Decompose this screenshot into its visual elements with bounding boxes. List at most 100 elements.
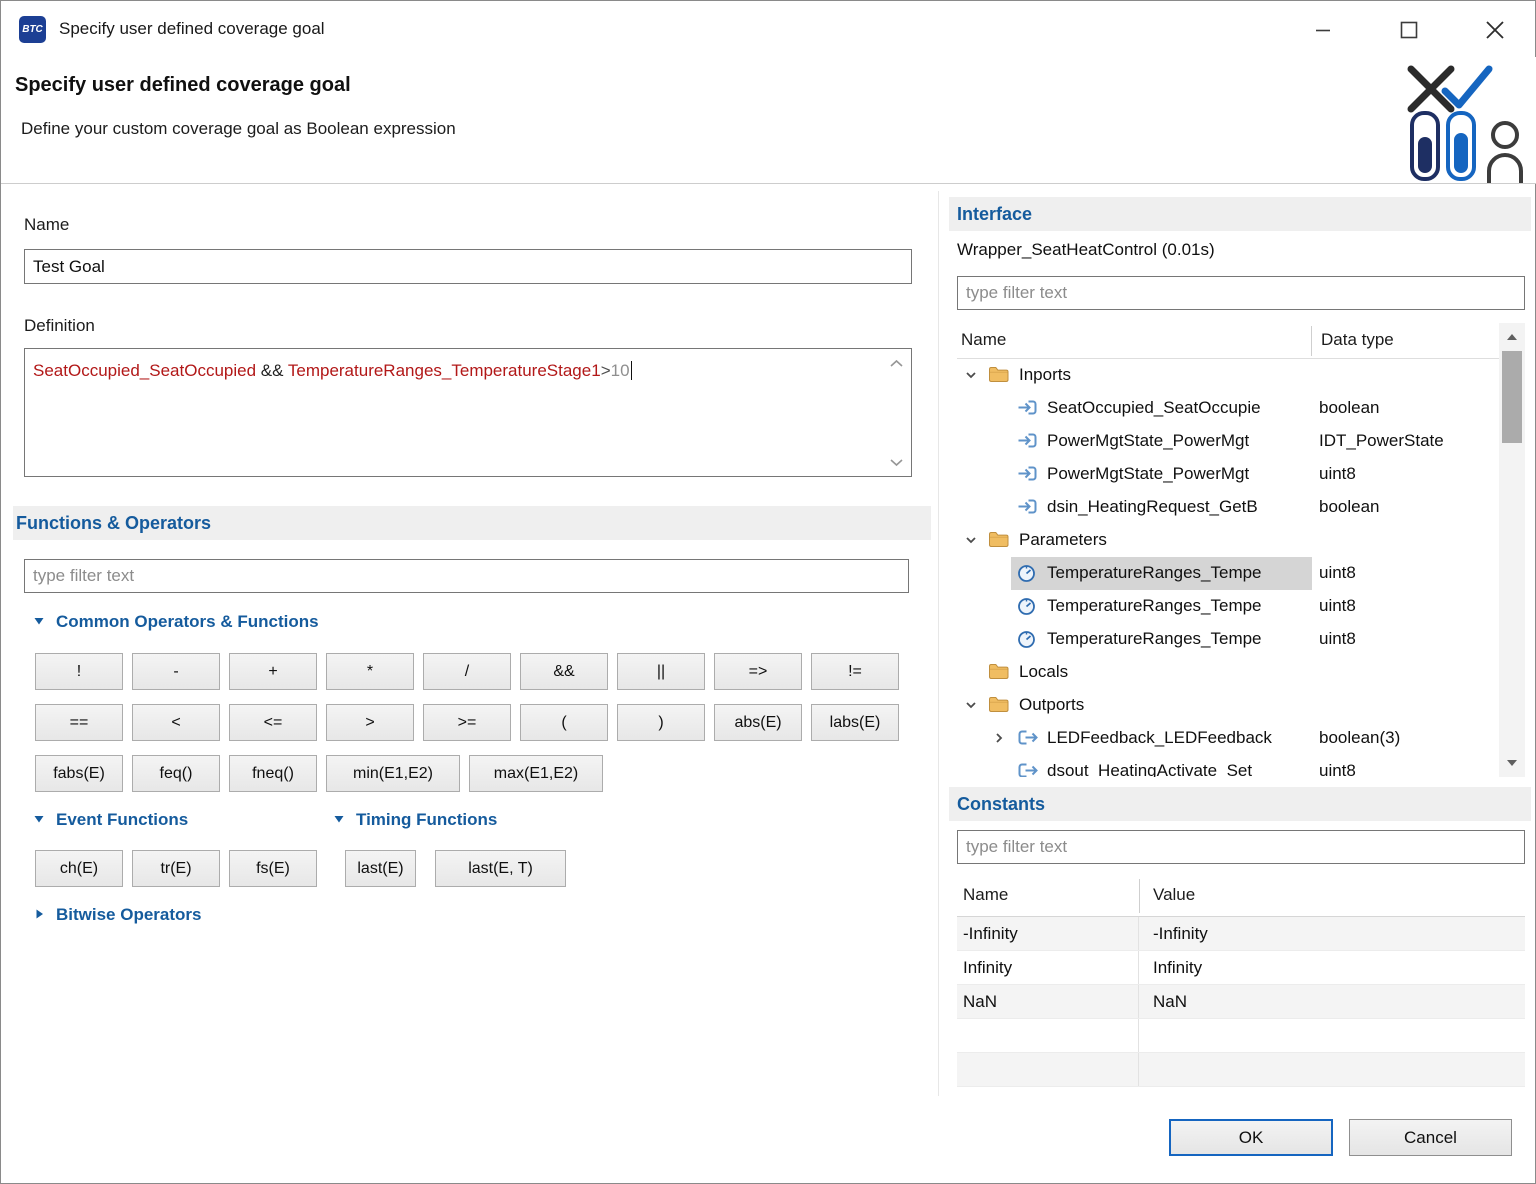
interface-subject: Wrapper_SeatHeatControl (0.01s): [957, 240, 1215, 260]
tree-row[interactable]: PowerMgtState_PowerMgt uint8: [957, 458, 1525, 491]
constants-row[interactable]: -Infinity-Infinity: [957, 917, 1525, 951]
function-button[interactable]: last(E): [345, 850, 416, 887]
ok-button[interactable]: OK: [1169, 1119, 1333, 1156]
function-button[interactable]: -: [132, 653, 220, 690]
function-button[interactable]: fabs(E): [35, 755, 123, 792]
function-button[interactable]: min(E1,E2): [326, 755, 460, 792]
inport-icon: [1017, 432, 1038, 449]
column-header-name[interactable]: Name: [963, 885, 1008, 905]
tree-row[interactable]: TemperatureRanges_Tempeuint8: [957, 590, 1525, 623]
definition-token: SeatOccupied_SeatOccupied: [33, 361, 256, 380]
cancel-button[interactable]: Cancel: [1349, 1119, 1512, 1156]
function-button[interactable]: fs(E): [229, 850, 317, 887]
function-button[interactable]: >=: [423, 704, 511, 741]
tree-row[interactable]: SeatOccupied_SeatOccupieboolean: [957, 392, 1525, 425]
constants-section-header: Constants: [949, 787, 1531, 821]
column-divider[interactable]: [1311, 326, 1312, 356]
function-button[interactable]: tr(E): [132, 850, 220, 887]
tree-row[interactable]: Locals: [957, 656, 1525, 689]
scroll-up-arrow[interactable]: [886, 357, 906, 369]
tree-row[interactable]: dsout_HeatingActivate_Setuint8: [957, 755, 1525, 777]
definition-editor[interactable]: SeatOccupied_SeatOccupied && Temperature…: [24, 348, 912, 477]
minimize-button[interactable]: [1305, 14, 1341, 46]
function-button[interactable]: fneq(): [229, 755, 317, 792]
operator-row: ch(E)tr(E)fs(E): [35, 850, 317, 887]
column-header-name[interactable]: Name: [961, 330, 1006, 350]
function-button[interactable]: ch(E): [35, 850, 123, 887]
function-button[interactable]: last(E, T): [435, 850, 566, 887]
group-common-operators[interactable]: Common Operators & Functions: [33, 612, 319, 632]
group-bitwise-operators[interactable]: Bitwise Operators: [33, 905, 202, 925]
tree-row[interactable]: LEDFeedback_LEDFeedbackboolean(3): [957, 722, 1525, 755]
close-button[interactable]: [1477, 14, 1513, 46]
function-button[interactable]: feq(): [132, 755, 220, 792]
scroll-down-arrow[interactable]: [886, 456, 906, 468]
function-button[interactable]: (: [520, 704, 608, 741]
expander-open-icon: [963, 697, 979, 713]
function-button[interactable]: abs(E): [714, 704, 802, 741]
constant-value: -Infinity: [1139, 917, 1525, 950]
constant-name: NaN: [957, 985, 1139, 1018]
outport-icon: [1017, 762, 1038, 777]
function-button[interactable]: =>: [714, 653, 802, 690]
tree-expander[interactable]: [991, 730, 1007, 746]
function-button[interactable]: *: [326, 653, 414, 690]
constants-row[interactable]: [957, 1019, 1525, 1053]
tree-scrollbar[interactable]: [1499, 323, 1525, 777]
tree-row[interactable]: Inports: [957, 359, 1525, 392]
folder-icon: [988, 366, 1009, 383]
function-button[interactable]: &&: [520, 653, 608, 690]
function-button[interactable]: ||: [617, 653, 705, 690]
inport-icon: [1017, 498, 1038, 515]
functions-filter-input[interactable]: [24, 559, 909, 593]
maximize-button[interactable]: [1391, 14, 1427, 46]
tree-row[interactable]: Outports: [957, 689, 1525, 722]
function-button[interactable]: !: [35, 653, 123, 690]
tree-row[interactable]: Parameters: [957, 524, 1525, 557]
tree-item-label: PowerMgtState_PowerMgt: [1047, 464, 1249, 484]
function-button[interactable]: labs(E): [811, 704, 899, 741]
constants-filter-input[interactable]: [957, 830, 1525, 864]
function-button[interactable]: !=: [811, 653, 899, 690]
window-title: Specify user defined coverage goal: [59, 19, 325, 39]
function-button[interactable]: +: [229, 653, 317, 690]
column-header-datatype[interactable]: Data type: [1321, 330, 1394, 350]
operator-row: fabs(E)feq()fneq()min(E1,E2)max(E1,E2): [35, 755, 603, 792]
functions-section-title: Functions & Operators: [16, 513, 211, 534]
tree-row[interactable]: dsin_HeatingRequest_GetBboolean: [957, 491, 1525, 524]
group-event-functions[interactable]: Event Functions: [33, 810, 188, 830]
function-button[interactable]: >: [326, 704, 414, 741]
column-divider[interactable]: [1139, 879, 1140, 913]
tree-expander[interactable]: [963, 532, 979, 548]
name-input[interactable]: [24, 249, 912, 284]
function-button[interactable]: ==: [35, 704, 123, 741]
tree-row[interactable]: TemperatureRanges_Tempeuint8: [957, 557, 1525, 590]
tree-row[interactable]: TemperatureRanges_Tempeuint8: [957, 623, 1525, 656]
tree-expander[interactable]: [963, 367, 979, 383]
constants-row[interactable]: [957, 1053, 1525, 1087]
function-button[interactable]: ): [617, 704, 705, 741]
group-timing-functions[interactable]: Timing Functions: [333, 810, 497, 830]
tree-expander[interactable]: [963, 697, 979, 713]
column-header-value[interactable]: Value: [1153, 885, 1195, 905]
function-button[interactable]: <: [132, 704, 220, 741]
interface-filter-input[interactable]: [957, 276, 1525, 310]
constants-row[interactable]: InfinityInfinity: [957, 951, 1525, 985]
tree-item-label: TemperatureRanges_Tempe: [1047, 596, 1262, 616]
scrollbar-up-button[interactable]: [1499, 325, 1525, 349]
folder-icon: [988, 531, 1009, 548]
function-button[interactable]: <=: [229, 704, 317, 741]
constants-table: Name Value -Infinity-InfinityInfinityInf…: [957, 875, 1525, 1087]
scrollbar-down-button[interactable]: [1499, 751, 1525, 775]
inport-icon: [1017, 465, 1038, 482]
function-button[interactable]: /: [423, 653, 511, 690]
wizard-banner: [1399, 61, 1531, 185]
constants-row[interactable]: NaNNaN: [957, 985, 1525, 1019]
tree-item-datatype: uint8: [1319, 464, 1356, 484]
function-button[interactable]: max(E1,E2): [469, 755, 603, 792]
functions-section-header: Functions & Operators: [13, 506, 931, 540]
tree-row[interactable]: PowerMgtState_PowerMgtIDT_PowerState: [957, 425, 1525, 458]
definition-text: SeatOccupied_SeatOccupied && Temperature…: [33, 361, 632, 380]
constant-name: [957, 1053, 1139, 1086]
scrollbar-thumb[interactable]: [1502, 351, 1522, 443]
